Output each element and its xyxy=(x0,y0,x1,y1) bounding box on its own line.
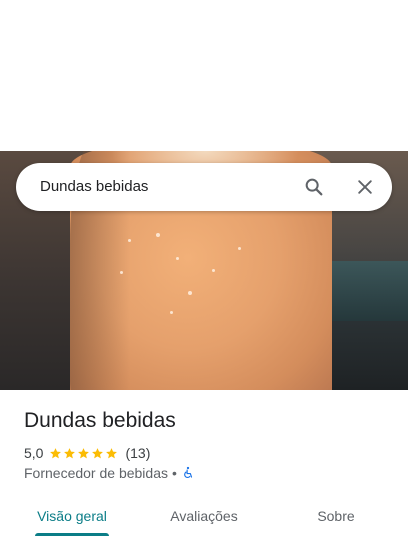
close-icon xyxy=(358,180,372,194)
search-input[interactable]: Dundas bebidas xyxy=(40,178,148,195)
tab-reviews[interactable]: Avaliações xyxy=(156,496,252,536)
star-icon xyxy=(64,447,76,458)
star-icon xyxy=(106,447,118,458)
photo-bubble xyxy=(238,247,241,250)
place-category: Fornecedor de bebidas xyxy=(24,465,168,481)
rating-row[interactable]: 5,0 (13) xyxy=(24,444,150,462)
rating-stars xyxy=(49,447,119,460)
tab-overview[interactable]: Visão geral xyxy=(24,496,120,536)
photo-bubble xyxy=(212,269,215,272)
photo-bubble xyxy=(170,311,173,314)
photo-bubble xyxy=(156,233,160,237)
photo-bubble xyxy=(188,291,192,295)
photo-bubble xyxy=(128,239,131,242)
close-button[interactable] xyxy=(351,173,379,201)
reviews-count[interactable]: (13) xyxy=(125,445,150,461)
search-button[interactable] xyxy=(300,173,328,201)
photo-bubble xyxy=(120,271,123,274)
place-page: Dundas bebidas Dundas bebidas 5,0 (13) F… xyxy=(0,0,408,542)
rating-score: 5,0 xyxy=(24,445,44,461)
search-icon xyxy=(305,178,323,196)
active-tab-indicator xyxy=(35,533,109,536)
photo-bubble xyxy=(176,257,179,260)
place-title: Dundas bebidas xyxy=(24,409,176,432)
star-icon xyxy=(50,447,62,458)
wheelchair-icon[interactable] xyxy=(181,466,195,480)
place-tabs: Visão geral Avaliações Sobre xyxy=(0,496,408,542)
separator: • xyxy=(172,465,177,481)
tab-about[interactable]: Sobre xyxy=(296,496,376,536)
category-row: Fornecedor de bebidas • xyxy=(24,464,195,482)
star-icon xyxy=(92,447,104,458)
search-bar[interactable]: Dundas bebidas xyxy=(16,163,392,211)
star-icon xyxy=(78,447,90,458)
